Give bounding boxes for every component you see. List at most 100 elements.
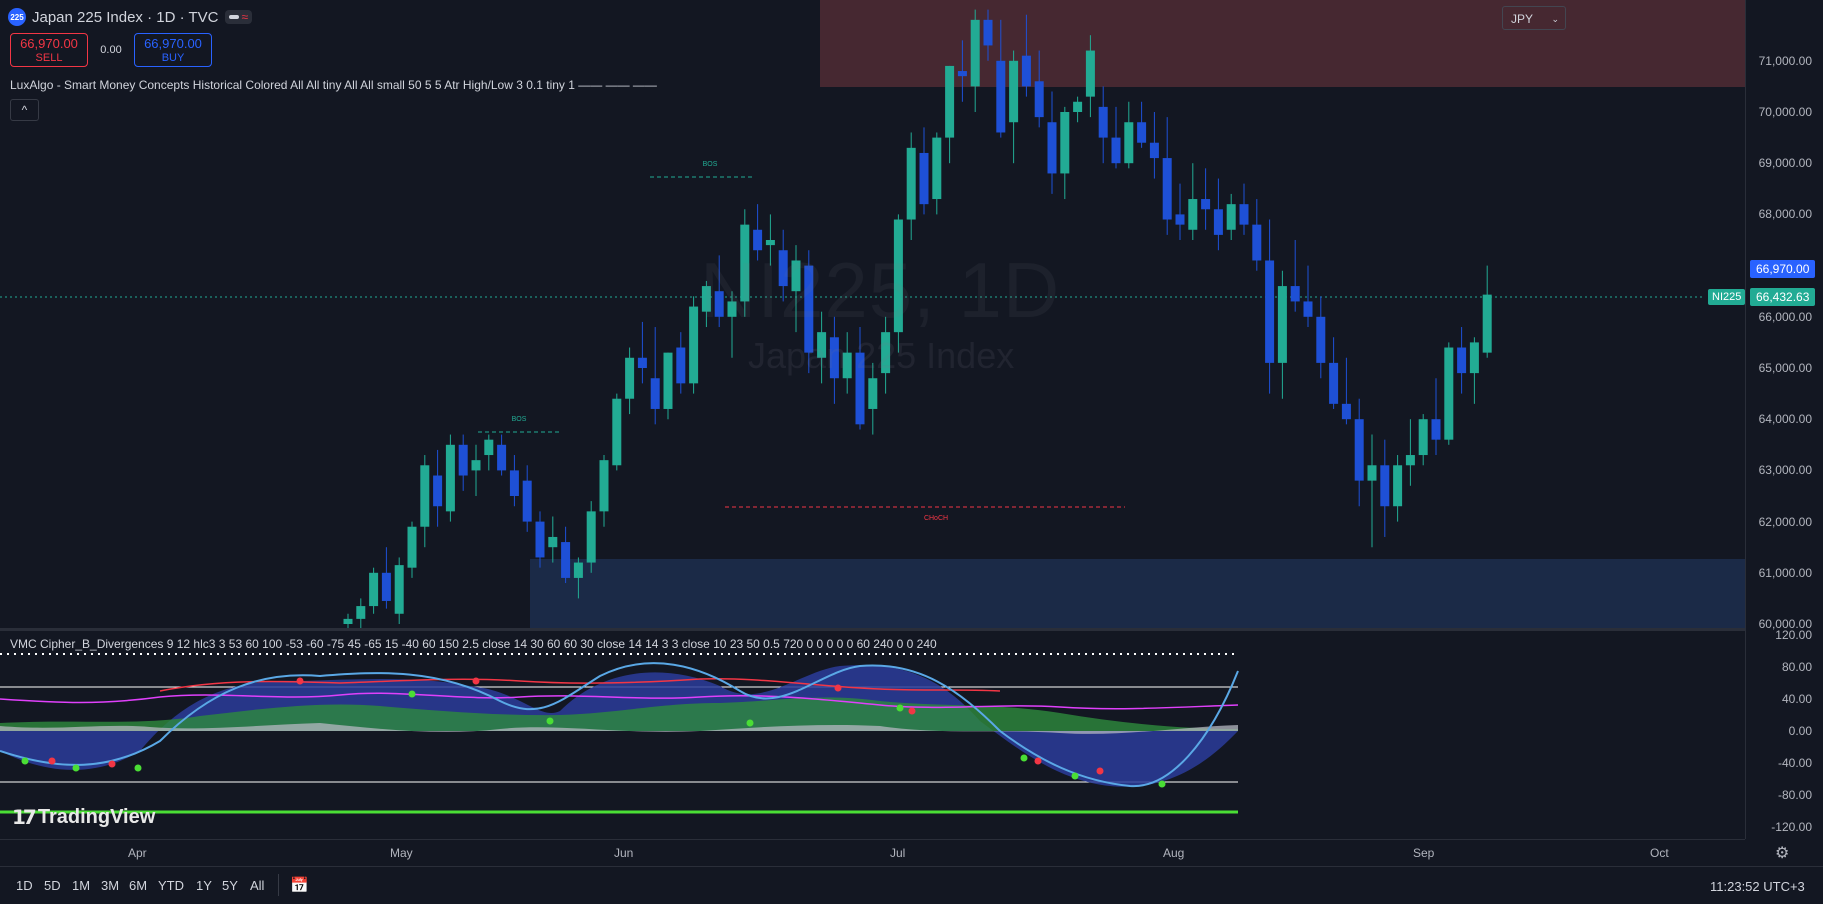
- signal-dot: [1071, 772, 1079, 780]
- candle-body: [1124, 122, 1134, 164]
- candle: [343, 613, 353, 628]
- candle-body: [471, 460, 481, 471]
- watermark-name: Japan 225 Index: [748, 335, 1015, 376]
- candle-body: [932, 137, 942, 200]
- choch-label: CHoCH: [924, 515, 948, 522]
- vmc-indicator-legend[interactable]: VMC Cipher_B_Divergences 9 12 hlc3 3 53 …: [10, 637, 937, 651]
- range-button[interactable]: 6M: [129, 878, 147, 893]
- candle-body: [676, 347, 686, 384]
- candle: [484, 434, 494, 471]
- candle: [356, 598, 366, 628]
- candle: [1137, 101, 1147, 148]
- candle-body: [522, 480, 532, 522]
- time-label: Jun: [614, 846, 634, 860]
- candle: [1201, 168, 1211, 230]
- candle: [1457, 327, 1467, 394]
- candle-body: [1188, 199, 1198, 230]
- range-button[interactable]: 3M: [101, 878, 119, 893]
- candle-body: [1277, 286, 1287, 363]
- candle-body: [1380, 465, 1390, 507]
- signal-dot: [908, 707, 916, 715]
- range-button[interactable]: 5Y: [222, 878, 238, 893]
- candle: [1149, 112, 1159, 179]
- price-pane[interactable]: NI225, 1D Japan 225 Index BOS BOS CHoCH: [0, 0, 1745, 628]
- calendar-goto-icon[interactable]: 📅: [290, 876, 309, 894]
- candle-body: [1444, 347, 1454, 440]
- indicator-tick: 80.00: [1781, 660, 1812, 674]
- candle-body: [650, 378, 660, 409]
- buy-button[interactable]: 66,970.00 BUY: [134, 33, 212, 67]
- collapse-legend-button[interactable]: ^: [10, 99, 39, 121]
- candle-body: [1239, 204, 1249, 225]
- price-tick: 69,000.00: [1758, 156, 1812, 171]
- smc-indicator-legend[interactable]: LuxAlgo - Smart Money Concepts Historica…: [10, 78, 657, 92]
- range-button[interactable]: All: [250, 878, 264, 893]
- candle-body: [1021, 55, 1031, 87]
- signal-dot: [72, 764, 80, 772]
- signal-dot: [472, 677, 480, 685]
- candle-body: [1252, 224, 1262, 261]
- candle-body: [1367, 465, 1377, 481]
- indicator-pane[interactable]: [0, 631, 1745, 839]
- signal-dot: [546, 717, 554, 725]
- candle: [369, 567, 379, 614]
- candle-body: [407, 526, 417, 568]
- candle-body: [957, 71, 967, 77]
- signal-dot: [48, 757, 56, 765]
- price-tick: 62,000.00: [1758, 514, 1812, 529]
- price-tick: 63,000.00: [1758, 463, 1812, 478]
- sell-price: 66,970.00: [20, 36, 78, 51]
- time-label: Aug: [1163, 846, 1185, 860]
- price-tick: 68,000.00: [1758, 207, 1812, 222]
- candle: [945, 65, 955, 164]
- candle-body: [1060, 112, 1070, 174]
- status-pill[interactable]: ≈: [224, 10, 253, 24]
- current-price-tag: 66,970.00: [1750, 260, 1816, 278]
- range-button[interactable]: 1D: [16, 878, 33, 893]
- candle: [1188, 163, 1198, 240]
- candle: [612, 393, 622, 471]
- signal-dot: [1158, 780, 1166, 788]
- sell-button[interactable]: 66,970.00 SELL: [10, 33, 88, 67]
- candle-body: [343, 618, 353, 624]
- candle-body: [1009, 60, 1019, 123]
- candle: [1290, 240, 1300, 312]
- spread-value: 0.00: [100, 44, 122, 56]
- symbol-legend[interactable]: 225 Japan 225 Index · 1D · TVC ≈: [8, 8, 253, 26]
- candle-body: [1047, 122, 1057, 174]
- settings-gear-icon[interactable]: ⚙: [1775, 843, 1789, 863]
- candle-body: [1073, 101, 1083, 112]
- clock-timezone[interactable]: 11:23:52 UTC+3: [1710, 879, 1805, 894]
- candle: [637, 321, 647, 384]
- tradingview-logo[interactable]: 𝟭𝟳 TradingView: [12, 805, 155, 830]
- candle: [650, 327, 660, 425]
- candle-body: [420, 465, 430, 527]
- range-button[interactable]: YTD: [158, 878, 184, 893]
- candle-body: [1316, 316, 1326, 363]
- candle: [1098, 86, 1108, 164]
- candle-body: [996, 60, 1006, 133]
- currency-select[interactable]: JPY ⌄: [1502, 6, 1566, 30]
- candle: [1239, 183, 1249, 235]
- time-axis[interactable]: [0, 839, 1745, 867]
- time-label: Jul: [890, 846, 906, 860]
- candle: [689, 296, 699, 394]
- range-button[interactable]: 5D: [44, 878, 61, 893]
- range-button[interactable]: 1M: [72, 878, 90, 893]
- candle-body: [919, 152, 929, 205]
- candle-body: [945, 65, 955, 138]
- vmc-cipher-chart[interactable]: [0, 631, 1745, 839]
- candle: [1431, 378, 1441, 456]
- range-button[interactable]: 1Y: [196, 878, 212, 893]
- signal-dot: [1020, 754, 1028, 762]
- candle-body: [1162, 158, 1172, 220]
- candle-body: [1457, 347, 1467, 374]
- candle-body: [637, 357, 647, 368]
- candle: [433, 449, 443, 527]
- candle: [1341, 357, 1351, 425]
- candle: [1277, 270, 1287, 399]
- candle-body: [509, 470, 519, 496]
- candle-body: [1085, 50, 1095, 97]
- candle: [970, 9, 980, 112]
- symbol-title[interactable]: Japan 225 Index · 1D · TVC: [32, 9, 219, 26]
